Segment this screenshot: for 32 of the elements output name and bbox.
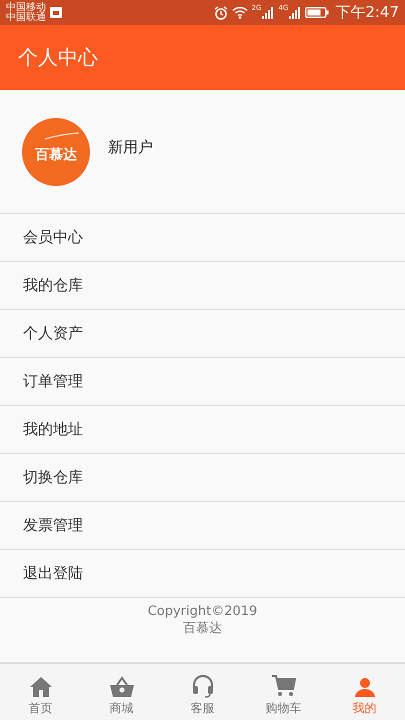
user-name: 新用户 [108, 138, 153, 157]
carrier-name: 中国移动 [6, 2, 46, 12]
carrier-name: 中国联通 [6, 12, 46, 22]
headset-icon [190, 674, 214, 698]
signal-icon [289, 6, 302, 18]
menu-item[interactable]: 个人资产 [0, 310, 405, 358]
signal-icon [262, 6, 274, 18]
copyright-text: Copyright©2019 [148, 603, 258, 620]
menu-item[interactable]: 退出登陆 [0, 550, 405, 598]
cart-icon [270, 674, 296, 698]
status-time: 下午2:47 [335, 3, 399, 22]
battery-icon [305, 7, 330, 18]
menu-item[interactable]: 切换仓库 [0, 454, 405, 502]
menu-item[interactable]: 会员中心 [0, 214, 405, 262]
swoosh-icon [44, 132, 80, 140]
basket-icon [108, 676, 134, 698]
tab-item[interactable]: 商城 [81, 664, 162, 720]
logo-text: 百慕达 [35, 146, 77, 164]
wifi-icon [232, 6, 248, 19]
home-icon [28, 676, 52, 698]
tab-item[interactable]: 购物车 [243, 664, 324, 720]
notification-icon [50, 7, 62, 18]
tab-item[interactable]: 首页 [0, 664, 81, 720]
menu-item[interactable]: 我的仓库 [0, 262, 405, 310]
menu-item[interactable]: 我的地址 [0, 406, 405, 454]
tab-item[interactable]: 客服 [162, 664, 243, 720]
company-name: 百慕达 [183, 620, 222, 637]
user-icon [354, 676, 376, 698]
menu-item[interactable]: 发票管理 [0, 502, 405, 550]
menu-item[interactable]: 订单管理 [0, 358, 405, 406]
alarm-icon [214, 6, 228, 20]
page-title: 个人中心 [18, 44, 98, 71]
